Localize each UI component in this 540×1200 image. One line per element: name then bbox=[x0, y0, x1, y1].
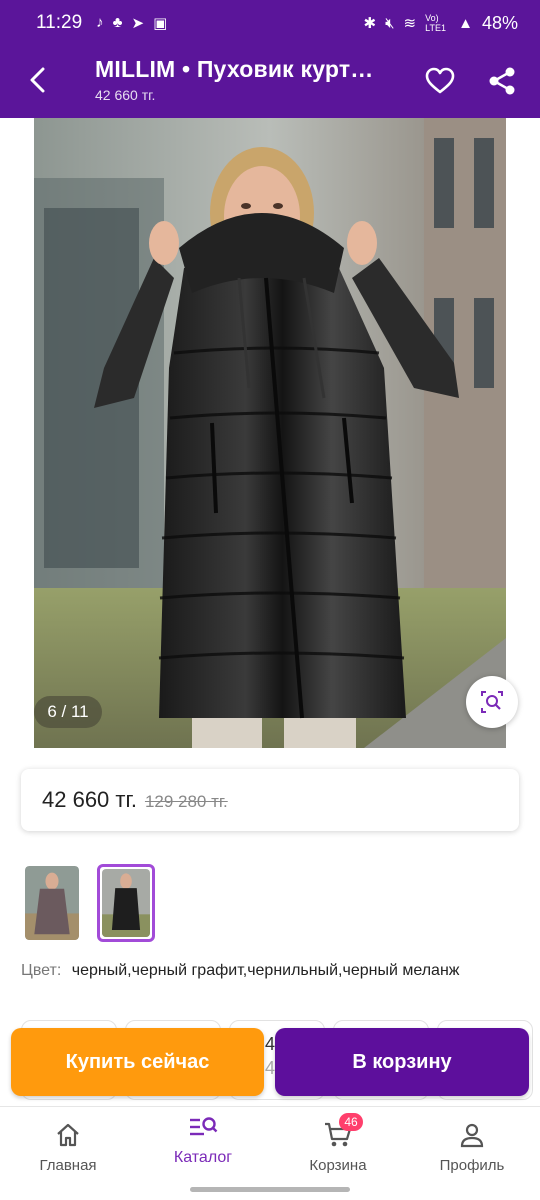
page-title: MILLIM • Пуховик курт… bbox=[95, 56, 374, 82]
color-variants bbox=[23, 864, 155, 942]
nav-label-profile: Профиль bbox=[439, 1157, 505, 1174]
size-chip-peek-bottom: 4 bbox=[265, 1058, 276, 1078]
nav-item-cart[interactable]: 46 Корзина bbox=[283, 1107, 393, 1181]
signal-icon: ▲ bbox=[458, 14, 473, 32]
color-row: Цвет: черный,черный графит,чернильный,че… bbox=[21, 962, 459, 980]
chevron-left-icon bbox=[30, 67, 45, 93]
image-search-icon bbox=[481, 691, 503, 713]
status-bar: 11:29 ♪ ♣ ➤ ▣ ✱ 🔇︎ ≋ Vo) LTE1 ▲ 48% bbox=[0, 0, 540, 46]
old-price: 129 280 тг. bbox=[144, 791, 228, 811]
wifi-icon: ≋ bbox=[403, 15, 417, 32]
add-to-cart-button[interactable]: В корзину bbox=[275, 1028, 529, 1096]
size-chip-peek: 4 4 bbox=[265, 1032, 275, 1080]
title-block: MILLIM • Пуховик курт… 42 660 тг. bbox=[95, 56, 405, 103]
size-chip-peek-top: 4 bbox=[265, 1034, 276, 1054]
profile-icon bbox=[460, 1123, 484, 1148]
app-notification-icon: ♣ bbox=[112, 14, 123, 31]
gesture-bar[interactable] bbox=[190, 1187, 350, 1192]
heart-icon bbox=[425, 67, 455, 94]
color-value: черный,черный графит,чернильный,черный м… bbox=[71, 962, 460, 979]
current-price: 42 660 тг. bbox=[42, 787, 137, 812]
color-variant-thumbnail-selected[interactable] bbox=[97, 864, 155, 942]
visual-search-button[interactable] bbox=[466, 676, 518, 728]
gallery-icon: ▣ bbox=[153, 15, 168, 32]
nav-label-cart: Корзина bbox=[309, 1157, 367, 1174]
home-icon bbox=[57, 1123, 79, 1147]
favorite-button[interactable] bbox=[420, 61, 460, 101]
nav-label-catalog: Каталог bbox=[173, 1149, 233, 1166]
back-button[interactable] bbox=[18, 60, 58, 100]
price-card: 42 660 тг. 129 280 тг. bbox=[21, 769, 519, 831]
nav-item-profile[interactable]: Профиль bbox=[417, 1107, 527, 1181]
page-subtitle-price: 42 660 тг. bbox=[95, 87, 156, 103]
app-bar: MILLIM • Пуховик курт… 42 660 тг. bbox=[0, 46, 540, 118]
status-time: 11:29 bbox=[36, 12, 83, 33]
color-label: Цвет: bbox=[21, 962, 62, 979]
product-photo[interactable] bbox=[34, 118, 506, 748]
gallery-counter: 6 / 11 bbox=[34, 696, 102, 728]
tiktok-icon: ♪ bbox=[96, 14, 104, 31]
nav-item-home[interactable]: Главная bbox=[13, 1107, 123, 1181]
nav-label-home: Главная bbox=[39, 1157, 97, 1174]
bluetooth-icon: ✱ bbox=[363, 15, 377, 32]
battery-level: 48% bbox=[481, 12, 518, 33]
network-type: Vo) LTE1 bbox=[425, 13, 446, 33]
telegram-icon: ➤ bbox=[131, 15, 145, 32]
buy-now-button[interactable]: Купить сейчас bbox=[11, 1028, 264, 1096]
share-icon bbox=[489, 67, 515, 95]
color-variant-thumbnail[interactable] bbox=[23, 864, 81, 942]
share-button[interactable] bbox=[482, 61, 522, 101]
cart-count-badge: 46 bbox=[339, 1113, 363, 1131]
catalog-search-icon bbox=[190, 1117, 218, 1136]
nav-item-catalog[interactable]: Каталог bbox=[148, 1107, 258, 1181]
notification-icons: ♪ ♣ ➤ ▣ bbox=[96, 14, 167, 32]
bottom-navigation: Главная Каталог 46 Корзина Профиль bbox=[0, 1106, 540, 1180]
mute-icon: 🔇︎ bbox=[385, 14, 395, 32]
